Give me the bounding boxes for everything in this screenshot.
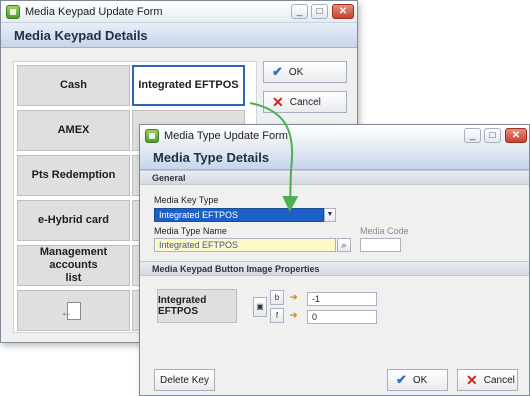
maximize-icon[interactable]: □: [484, 128, 501, 143]
button-image-preview[interactable]: Integrated EFTPOS: [157, 289, 237, 323]
b-button[interactable]: b: [270, 290, 284, 305]
keypad-button-cash[interactable]: Cash: [17, 65, 130, 106]
maximize-icon[interactable]: □: [311, 4, 328, 19]
keypad-button-label: Integrated EFTPOS: [138, 79, 239, 91]
arrow-right-icon: ➔: [290, 310, 298, 320]
image-picker-icon[interactable]: ▣: [253, 297, 267, 317]
type-ok-button[interactable]: ✔ OK: [387, 369, 448, 391]
chevron-down-icon[interactable]: ▼: [324, 208, 336, 222]
keypad-button-amex[interactable]: AMEX: [17, 110, 130, 151]
cancel-label: Cancel: [483, 374, 515, 386]
keypad-button-management-accounts[interactable]: Management accounts list: [17, 245, 130, 286]
keypad-button-ehybrid-card[interactable]: e-Hybrid card: [17, 200, 130, 241]
minimize-icon[interactable]: _: [464, 128, 481, 143]
keypad-button-label: AMEX: [57, 124, 90, 136]
keypad-header: Media Keypad Details: [1, 23, 357, 48]
arrow-right-icon: ➔: [290, 292, 298, 302]
image-properties-section-header: Media Keypad Button Image Properties: [140, 261, 529, 276]
keypad-button-label: Management accounts: [39, 246, 108, 271]
f-button[interactable]: f: [270, 308, 284, 323]
keypad-button-label: Pts Redemption: [31, 169, 116, 181]
app-icon: [6, 5, 20, 19]
media-key-type-select[interactable]: Integrated EFTPOS: [154, 208, 324, 222]
keypad-window-title: Media Keypad Update Form: [25, 6, 163, 18]
type-window-title: Media Type Update Form: [164, 130, 288, 142]
media-key-type-label: Media Key Type: [154, 195, 219, 205]
type-cancel-button[interactable]: ✕ Cancel: [457, 369, 518, 391]
type-title-bar[interactable]: Media Type Update Form _ □ ✕: [140, 125, 529, 147]
keypad-button-label: Cash: [60, 79, 87, 91]
media-type-name-label: Media Type Name: [154, 226, 227, 236]
close-icon[interactable]: ✕: [505, 128, 527, 143]
keypad-button-pts-redemption[interactable]: Pts Redemption: [17, 155, 130, 196]
keypad-button-integrated-eftpos[interactable]: Integrated EFTPOS: [132, 65, 245, 106]
keypad-cancel-button[interactable]: ✕ Cancel: [263, 91, 347, 113]
delete-key-label: Delete Key: [160, 374, 209, 386]
media-code-label: Media Code: [360, 226, 409, 236]
cancel-label: Cancel: [289, 96, 321, 108]
search-icon[interactable]: ⌕: [337, 238, 351, 252]
type-header: Media Type Details: [140, 145, 529, 170]
f-value-field[interactable]: 0: [307, 310, 377, 324]
media-type-update-window: Media Type Update Form _ □ ✕ Media Type …: [139, 124, 530, 396]
checkmark-icon: ✔: [396, 372, 407, 387]
cancel-x-icon: ✕: [272, 93, 284, 110]
preview-button-label: Integrated EFTPOS: [158, 295, 207, 317]
general-section-header: General: [140, 170, 529, 185]
keypad-button-label: list: [65, 272, 82, 284]
keypad-title-bar[interactable]: Media Keypad Update Form _ □ ✕: [1, 1, 357, 23]
cancel-x-icon: ✕: [466, 371, 478, 388]
ok-label: OK: [288, 66, 304, 78]
ok-label: OK: [412, 374, 428, 386]
app-icon: [145, 129, 159, 143]
keypad-button-back[interactable]: [17, 290, 130, 331]
close-icon[interactable]: ✕: [332, 4, 354, 19]
media-type-name-field[interactable]: Integrated EFTPOS: [154, 238, 336, 252]
minimize-icon[interactable]: _: [291, 4, 308, 19]
checkmark-icon: ✔: [272, 64, 283, 79]
media-code-field[interactable]: [360, 238, 401, 252]
keypad-button-label: e-Hybrid card: [38, 214, 109, 226]
delete-key-button[interactable]: Delete Key: [154, 369, 215, 391]
keypad-ok-button[interactable]: ✔ OK: [263, 61, 347, 83]
back-document-icon: [61, 301, 81, 320]
b-value-field[interactable]: -1: [307, 292, 377, 306]
